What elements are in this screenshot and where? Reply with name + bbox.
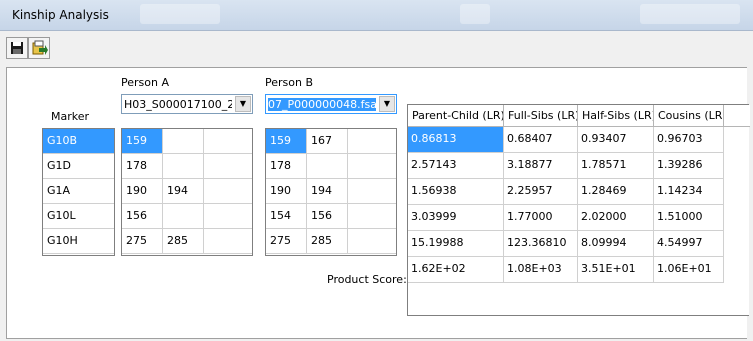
background-blur (640, 4, 740, 24)
allele-cell[interactable]: 275 (266, 229, 307, 254)
person-b-allele-grid[interactable]: 159 167 178 190 194 154 156 275 285 (265, 128, 397, 256)
lr-cell[interactable]: 8.09994 (578, 231, 654, 257)
person-a-label: Person A (121, 76, 169, 89)
marker-list[interactable]: G10B G1D G1A G10L G10H (42, 128, 115, 256)
lr-cell[interactable]: 2.02000 (578, 205, 654, 231)
lr-cell[interactable]: 0.96703 (654, 127, 724, 153)
kinship-panel: Person A Person B Marker H03_S000017100_… (6, 67, 750, 339)
export-button[interactable] (28, 37, 50, 59)
lr-cell[interactable]: 1.51000 (654, 205, 724, 231)
lr-cell[interactable]: 0.68407 (504, 127, 578, 153)
lr-cell[interactable]: 4.54997 (654, 231, 724, 257)
allele-cell[interactable]: 275 (122, 229, 163, 254)
allele-cell[interactable]: 167 (307, 129, 348, 154)
person-a-select-value: H03_S000017100_2 (124, 98, 232, 111)
allele-cell[interactable]: 285 (307, 229, 348, 254)
marker-name: G10H (47, 234, 78, 247)
chevron-down-icon[interactable]: ▼ (235, 96, 251, 112)
allele-cell[interactable] (163, 129, 204, 154)
marker-row[interactable]: G1A (43, 179, 114, 204)
allele-cell[interactable] (348, 129, 396, 154)
lr-cell[interactable]: 1.28469 (578, 179, 654, 205)
lr-cell[interactable]: 123.36810 (504, 231, 578, 257)
allele-cell[interactable] (204, 129, 252, 154)
product-score-cell[interactable]: 3.51E+01 (578, 257, 654, 283)
person-a-select[interactable]: H03_S000017100_2 ▼ (121, 94, 253, 114)
chevron-down-icon[interactable]: ▼ (379, 96, 395, 112)
allele-cell[interactable]: 154 (266, 204, 307, 229)
marker-row[interactable]: G1D (43, 154, 114, 179)
column-header[interactable]: Half-Sibs (LR) (578, 105, 654, 127)
marker-name: G1D (47, 159, 71, 172)
lr-cell[interactable]: 2.25957 (504, 179, 578, 205)
export-icon (32, 40, 48, 55)
lr-cell[interactable]: 0.93407 (578, 127, 654, 153)
column-header[interactable]: Full-Sibs (LR) (504, 105, 578, 127)
product-score-label: Product Score: (327, 273, 407, 286)
allele-cell[interactable] (204, 229, 252, 254)
marker-name: G1A (47, 184, 71, 197)
marker-row[interactable]: G10L (43, 204, 114, 229)
allele-cell[interactable] (204, 179, 252, 204)
lr-cell[interactable]: 1.14234 (654, 179, 724, 205)
allele-cell[interactable]: 159 (266, 129, 307, 154)
allele-cell[interactable] (307, 154, 348, 179)
person-b-label: Person B (265, 76, 314, 89)
allele-cell[interactable] (163, 204, 204, 229)
lr-cell[interactable]: 1.56938 (408, 179, 504, 205)
marker-label: Marker (51, 110, 90, 123)
allele-cell[interactable]: 285 (163, 229, 204, 254)
person-b-select[interactable]: 07_P000000048.fsa ▼ (265, 94, 397, 114)
lr-cell[interactable]: 1.77000 (504, 205, 578, 231)
background-blur (140, 4, 220, 24)
marker-name: G10B (47, 134, 78, 147)
background-blur (460, 4, 490, 24)
allele-cell[interactable]: 159 (122, 129, 163, 154)
floppy-disk-icon (11, 42, 23, 54)
lr-cell[interactable]: 15.19988 (408, 231, 504, 257)
column-header[interactable]: Cousins (LR) (654, 105, 724, 127)
window-title: Kinship Analysis (12, 8, 109, 22)
column-header-filler (724, 105, 750, 127)
likelihood-ratio-table[interactable]: Parent-Child (LR) Full-Sibs (LR) Half-Si… (407, 104, 750, 316)
person-a-allele-grid[interactable]: 159 178 190 194 156 275 285 (121, 128, 253, 256)
column-header[interactable]: Parent-Child (LR) (408, 105, 504, 127)
product-score-cell[interactable]: 1.08E+03 (504, 257, 578, 283)
allele-cell[interactable]: 156 (122, 204, 163, 229)
save-button[interactable] (6, 37, 28, 59)
lr-cell[interactable]: 3.03999 (408, 205, 504, 231)
lr-cell[interactable]: 0.86813 (408, 127, 504, 153)
allele-cell[interactable]: 194 (163, 179, 204, 204)
product-score-cell[interactable]: 1.62E+02 (408, 257, 504, 283)
person-b-select-value: 07_P000000048.fsa (268, 98, 376, 111)
product-score-cell[interactable]: 1.06E+01 (654, 257, 724, 283)
allele-cell[interactable]: 194 (307, 179, 348, 204)
window-body: Person A Person B Marker H03_S000017100_… (0, 31, 753, 341)
allele-cell[interactable] (348, 229, 396, 254)
allele-cell[interactable]: 190 (122, 179, 163, 204)
marker-name: G10L (47, 209, 76, 222)
window-titlebar: Kinship Analysis (0, 0, 753, 31)
lr-cell[interactable]: 1.78571 (578, 153, 654, 179)
allele-cell[interactable] (163, 154, 204, 179)
allele-cell[interactable]: 190 (266, 179, 307, 204)
allele-cell[interactable]: 178 (266, 154, 307, 179)
allele-cell[interactable] (348, 204, 396, 229)
allele-cell[interactable] (348, 179, 396, 204)
allele-cell[interactable]: 156 (307, 204, 348, 229)
allele-cell[interactable]: 178 (122, 154, 163, 179)
lr-cell[interactable]: 2.57143 (408, 153, 504, 179)
allele-cell[interactable] (348, 154, 396, 179)
marker-row[interactable]: G10H (43, 229, 114, 254)
lr-cell[interactable]: 1.39286 (654, 153, 724, 179)
lr-cell[interactable]: 3.18877 (504, 153, 578, 179)
allele-cell[interactable] (204, 204, 252, 229)
allele-cell[interactable] (204, 154, 252, 179)
marker-row[interactable]: G10B (43, 129, 114, 154)
